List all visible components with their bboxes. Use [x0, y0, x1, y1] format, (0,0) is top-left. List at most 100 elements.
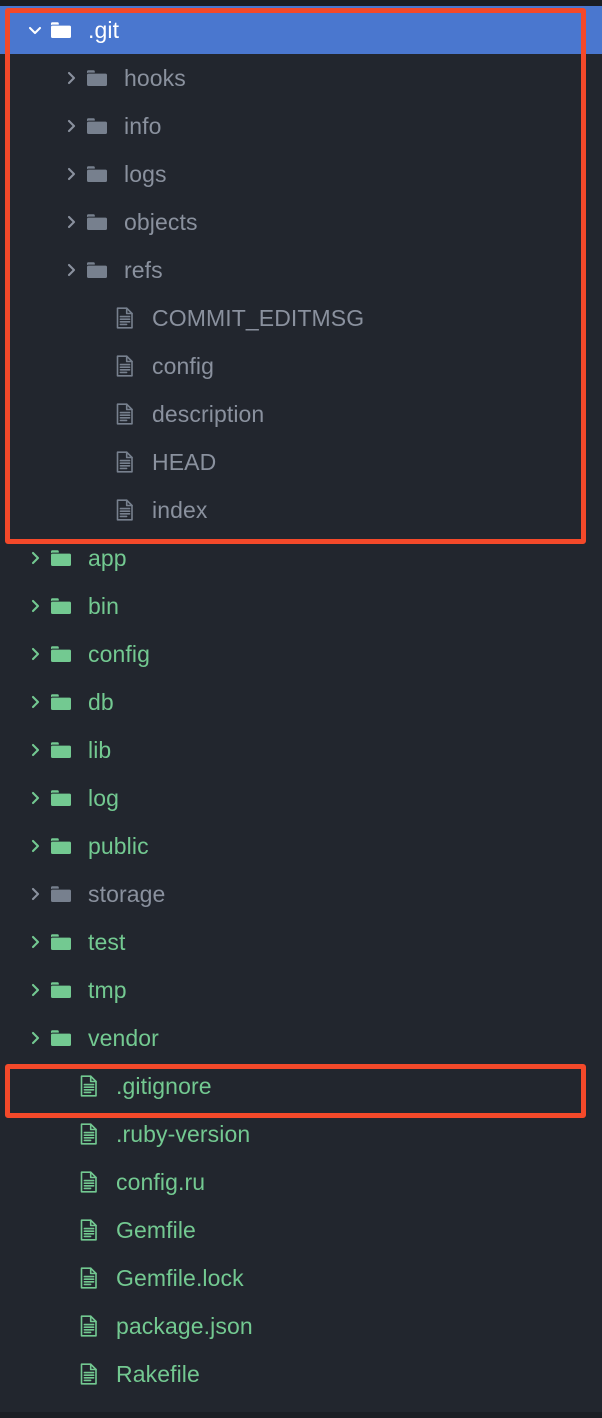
tree-item-label: info — [112, 115, 161, 138]
tree-indent-spacer — [88, 486, 110, 534]
tree-file-row[interactable]: package.json — [0, 1302, 602, 1350]
file-explorer-panel: .git hooks info logs objects refs COMMIT_EDITM… — [0, 0, 602, 1418]
chevron-right-icon[interactable] — [24, 822, 46, 870]
file-tree[interactable]: .git hooks info logs objects refs COMMIT_EDITM… — [0, 6, 602, 1398]
folder-icon — [46, 582, 76, 630]
file-icon — [74, 1350, 104, 1398]
file-icon — [110, 342, 140, 390]
chevron-right-icon[interactable] — [60, 246, 82, 294]
tree-folder-row[interactable]: bin — [0, 582, 602, 630]
tree-indent-spacer — [52, 1110, 74, 1158]
tree-item-label: .ruby-version — [104, 1123, 250, 1146]
tree-folder-row[interactable]: logs — [0, 150, 602, 198]
folder-icon — [82, 54, 112, 102]
tree-item-label: logs — [112, 163, 167, 186]
tree-item-label: config — [76, 643, 150, 666]
tree-item-label: public — [76, 835, 149, 858]
tree-file-row[interactable]: HEAD — [0, 438, 602, 486]
tree-item-label: storage — [76, 883, 165, 906]
folder-icon — [46, 678, 76, 726]
tree-item-label: db — [76, 691, 114, 714]
tree-indent-spacer — [52, 1254, 74, 1302]
folder-icon — [82, 198, 112, 246]
file-icon — [110, 294, 140, 342]
folder-icon — [82, 246, 112, 294]
tree-indent-spacer — [52, 1350, 74, 1398]
tree-file-row[interactable]: Gemfile.lock — [0, 1254, 602, 1302]
chevron-right-icon[interactable] — [24, 870, 46, 918]
tree-item-label: Rakefile — [104, 1363, 200, 1386]
tree-folder-row[interactable]: tmp — [0, 966, 602, 1014]
chevron-right-icon[interactable] — [24, 966, 46, 1014]
tree-folder-row[interactable]: .git — [0, 6, 602, 54]
chevron-right-icon[interactable] — [24, 918, 46, 966]
tree-folder-row[interactable]: hooks — [0, 54, 602, 102]
tree-folder-row[interactable]: test — [0, 918, 602, 966]
folder-icon — [46, 534, 76, 582]
tree-file-row[interactable]: description — [0, 390, 602, 438]
tree-file-row[interactable]: config — [0, 342, 602, 390]
tree-folder-row[interactable]: db — [0, 678, 602, 726]
tree-item-label: HEAD — [140, 451, 216, 474]
chevron-right-icon[interactable] — [24, 774, 46, 822]
file-icon — [74, 1206, 104, 1254]
tree-file-row[interactable]: Rakefile — [0, 1350, 602, 1398]
folder-icon — [46, 1014, 76, 1062]
tree-item-label: vendor — [76, 1027, 159, 1050]
folder-icon — [46, 870, 76, 918]
tree-file-row[interactable]: .gitignore — [0, 1062, 602, 1110]
tree-folder-row[interactable]: public — [0, 822, 602, 870]
tree-item-label: app — [76, 547, 127, 570]
tree-item-label: test — [76, 931, 125, 954]
tree-file-row[interactable]: COMMIT_EDITMSG — [0, 294, 602, 342]
file-icon — [74, 1158, 104, 1206]
tree-folder-row[interactable]: info — [0, 102, 602, 150]
file-icon — [74, 1302, 104, 1350]
chevron-right-icon[interactable] — [24, 534, 46, 582]
tree-file-row[interactable]: .ruby-version — [0, 1110, 602, 1158]
folder-icon — [46, 726, 76, 774]
chevron-right-icon[interactable] — [24, 582, 46, 630]
chevron-right-icon[interactable] — [24, 726, 46, 774]
tree-folder-row[interactable]: objects — [0, 198, 602, 246]
tree-folder-row[interactable]: storage — [0, 870, 602, 918]
chevron-right-icon[interactable] — [60, 54, 82, 102]
tree-indent-spacer — [52, 1158, 74, 1206]
tree-item-label: .git — [76, 19, 119, 42]
tree-item-label: index — [140, 499, 207, 522]
tree-file-row[interactable]: Gemfile — [0, 1206, 602, 1254]
tree-file-row[interactable]: index — [0, 486, 602, 534]
folder-icon — [46, 6, 76, 54]
tree-indent-spacer — [88, 390, 110, 438]
chevron-right-icon[interactable] — [60, 198, 82, 246]
file-icon — [110, 438, 140, 486]
tree-folder-row[interactable]: app — [0, 534, 602, 582]
chevron-down-icon[interactable] — [24, 6, 46, 54]
tree-item-label: hooks — [112, 67, 186, 90]
tree-indent-spacer — [52, 1302, 74, 1350]
tree-folder-row[interactable]: log — [0, 774, 602, 822]
tree-item-label: Gemfile.lock — [104, 1267, 244, 1290]
tree-item-label: config.ru — [104, 1171, 205, 1194]
tree-item-label: Gemfile — [104, 1219, 196, 1242]
chevron-right-icon[interactable] — [60, 150, 82, 198]
tree-folder-row[interactable]: lib — [0, 726, 602, 774]
tree-item-label: bin — [76, 595, 119, 618]
tree-indent-spacer — [88, 294, 110, 342]
file-icon — [74, 1110, 104, 1158]
tree-item-label: refs — [112, 259, 163, 282]
chevron-right-icon[interactable] — [24, 1014, 46, 1062]
chevron-right-icon[interactable] — [60, 102, 82, 150]
tree-indent-spacer — [88, 342, 110, 390]
tree-folder-row[interactable]: vendor — [0, 1014, 602, 1062]
chevron-right-icon[interactable] — [24, 630, 46, 678]
tree-item-label: tmp — [76, 979, 127, 1002]
file-icon — [110, 390, 140, 438]
tree-file-row[interactable]: config.ru — [0, 1158, 602, 1206]
tree-item-label: log — [76, 787, 119, 810]
folder-icon — [46, 822, 76, 870]
chevron-right-icon[interactable] — [24, 678, 46, 726]
tree-folder-row[interactable]: config — [0, 630, 602, 678]
tree-folder-row[interactable]: refs — [0, 246, 602, 294]
tree-item-label: .gitignore — [104, 1075, 212, 1098]
